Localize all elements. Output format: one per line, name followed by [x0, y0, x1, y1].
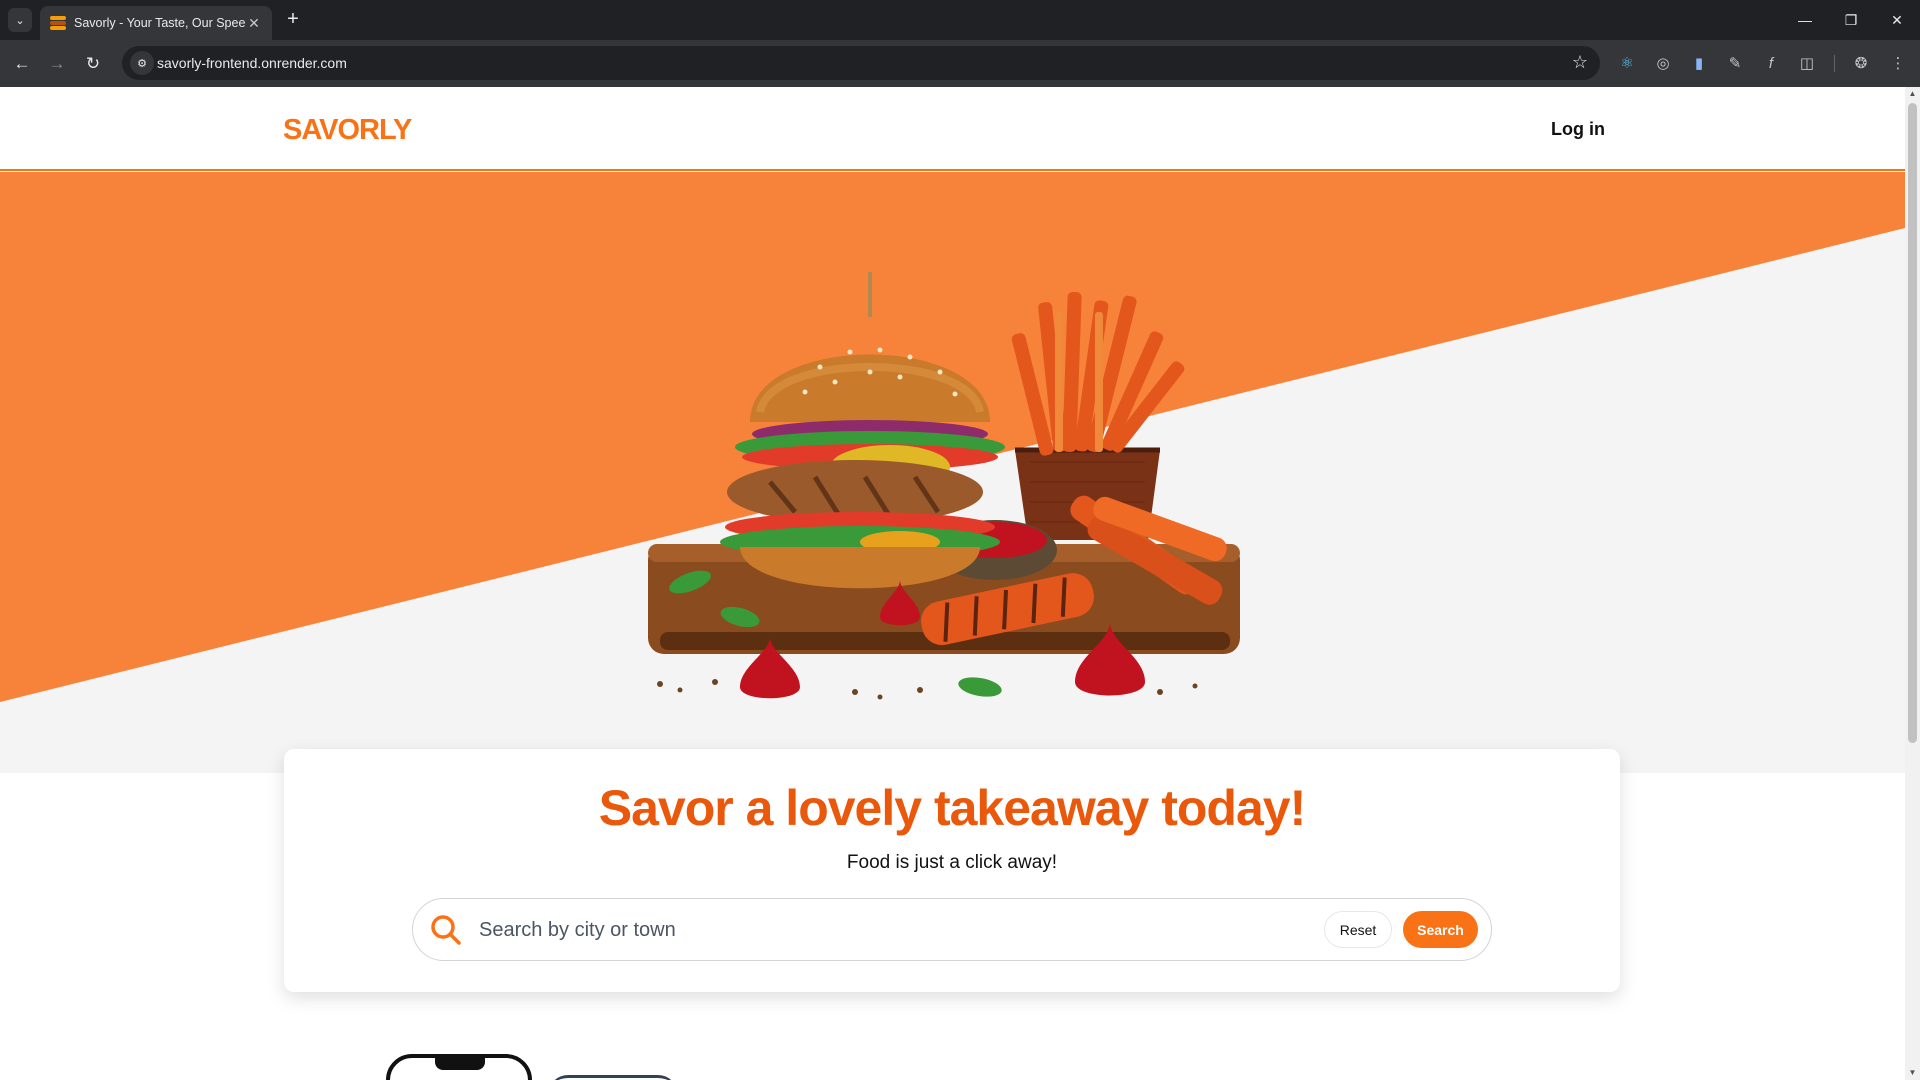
toolbar-divider: [1834, 55, 1835, 72]
login-link[interactable]: Log in: [1551, 119, 1605, 140]
phone-notch: [435, 1058, 485, 1070]
scroll-thumb[interactable]: [1908, 103, 1917, 743]
close-icon[interactable]: ✕: [246, 15, 262, 32]
document-extension-icon[interactable]: ▮: [1688, 52, 1710, 74]
app-phone-image: [386, 1054, 532, 1080]
tab-title: Savorly - Your Taste, Our Speed: [74, 16, 246, 30]
restore-icon[interactable]: ❐: [1828, 0, 1874, 40]
search-bar: Reset Search: [412, 898, 1492, 961]
burger-fries-image: [648, 272, 1240, 700]
minimize-icon[interactable]: —: [1782, 0, 1828, 40]
scroll-up-icon[interactable]: ▲: [1905, 87, 1920, 101]
back-icon[interactable]: ←: [8, 50, 36, 78]
reload-icon[interactable]: ↻: [79, 50, 107, 78]
search-icon: [431, 915, 461, 945]
react-devtools-icon[interactable]: ⚛: [1616, 52, 1638, 74]
plus-icon[interactable]: +: [281, 8, 305, 32]
search-input[interactable]: [479, 915, 1279, 945]
burger-favicon-icon: [50, 15, 66, 31]
profile-icon[interactable]: ❂: [1850, 52, 1872, 74]
menu-icon[interactable]: ⋮: [1887, 52, 1909, 74]
hero-headline: Savor a lovely takeaway today!: [598, 780, 1306, 836]
hero-subline: Food is just a click away!: [846, 852, 1058, 873]
star-icon[interactable]: ☆: [1572, 52, 1588, 73]
extension-icon[interactable]: ◫: [1796, 52, 1818, 74]
url-text[interactable]: savorly-frontend.onrender.com: [157, 55, 347, 71]
function-icon[interactable]: f: [1760, 52, 1782, 74]
eyedropper-icon[interactable]: ✎: [1724, 52, 1746, 74]
browser-toolbar: ← → ↻ ⚙ savorly-frontend.onrender.com ☆ …: [0, 40, 1920, 87]
tab-search-icon[interactable]: ⌄: [8, 8, 32, 32]
search-button[interactable]: Search: [1403, 911, 1478, 948]
reset-button[interactable]: Reset: [1324, 911, 1392, 948]
browser-tab-active[interactable]: Savorly - Your Taste, Our Speed ✕: [40, 6, 272, 40]
site-info-icon[interactable]: ⚙: [130, 51, 154, 75]
forward-icon[interactable]: →: [43, 50, 71, 78]
scroll-down-icon[interactable]: ▼: [1905, 1066, 1920, 1080]
hero-banner: [0, 172, 1905, 773]
window-close-icon[interactable]: ✕: [1874, 0, 1920, 40]
page-scrollbar[interactable]: ▲ ▼: [1905, 87, 1920, 1080]
address-bar[interactable]: ⚙ savorly-frontend.onrender.com ☆: [122, 46, 1600, 80]
site-logo[interactable]: SAVORLY: [283, 114, 412, 147]
site-header: SAVORLY Log in: [0, 87, 1905, 171]
browser-tabstrip: ⌄ Savorly - Your Taste, Our Speed ✕ + — …: [0, 0, 1920, 40]
target-extension-icon[interactable]: ◎: [1652, 52, 1674, 74]
search-card: Savor a lovely takeaway today! Food is j…: [284, 749, 1620, 992]
app-device-image: [548, 1075, 678, 1080]
page-viewport: SAVORLY Log in Savor a lovely takeaway t…: [0, 87, 1920, 1080]
